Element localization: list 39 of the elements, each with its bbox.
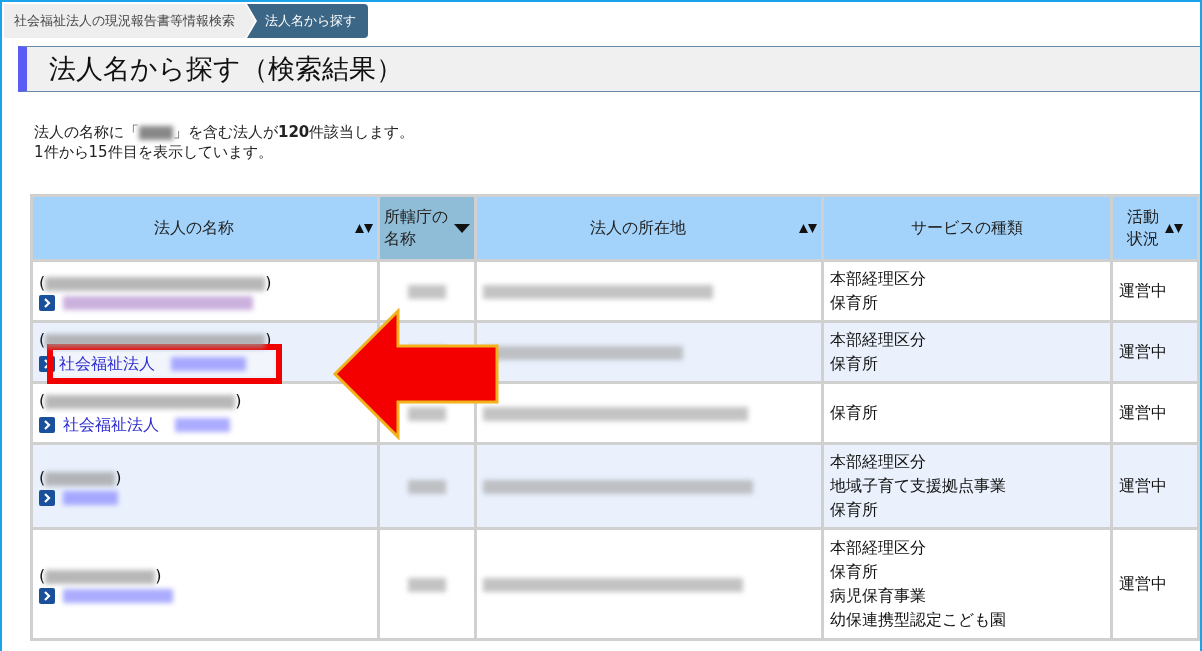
chevron-right-icon — [39, 417, 55, 433]
column-header[interactable]: 活動状況 — [1113, 197, 1197, 259]
column-header[interactable]: 所轄庁の名称 — [380, 197, 475, 259]
blurred-text — [408, 284, 447, 299]
service-type: 本部経理区分 — [829, 537, 927, 559]
chevron-right-icon — [39, 295, 55, 311]
service-type: 本部経理区分 — [829, 329, 927, 351]
service-type: 本部経理区分 — [829, 268, 927, 290]
sort-icon[interactable] — [1164, 223, 1183, 233]
service-type: 保育所 — [829, 561, 879, 583]
service-type: 保育所 — [829, 499, 879, 521]
page-title: 法人名から探す（検索結果） — [18, 46, 1200, 92]
column-header[interactable]: 法人の名称 — [33, 197, 378, 259]
breadcrumb-link[interactable]: 社会福祉法人の現況報告書等情報検索 — [4, 4, 255, 38]
sort-descending-icon[interactable] — [454, 223, 471, 233]
activity-status: 運営中 — [1113, 384, 1197, 442]
blurred-text — [408, 406, 447, 421]
blurred-text — [408, 577, 447, 592]
service-type: 保育所 — [829, 402, 879, 424]
activity-status: 運営中 — [1113, 530, 1197, 638]
activity-status: 運営中 — [1113, 262, 1197, 320]
breadcrumb-link[interactable]: 法人名から探す — [247, 4, 368, 38]
chevron-right-icon — [39, 588, 55, 604]
corporation-link[interactable]: 社会福祉法人 — [63, 413, 230, 437]
result-summary: 法人の名称に「 」を含む法人が120件該当します。 1件から15件目を表示しています。 — [34, 122, 416, 162]
column-header[interactable]: 法人の所在地 — [477, 197, 821, 259]
service-type: 保育所 — [829, 292, 879, 314]
column-header[interactable]: サービスの種類 — [823, 197, 1111, 259]
service-type: 地域子育て支援拠点事業 — [829, 475, 1007, 497]
sort-icon[interactable] — [798, 223, 817, 233]
activity-status: 運営中 — [1113, 323, 1197, 381]
activity-status: 運営中 — [1113, 445, 1197, 527]
sort-icon[interactable] — [355, 223, 374, 233]
service-type: 保育所 — [829, 353, 879, 375]
blurred-text — [408, 479, 447, 494]
service-type: 病児保育事業 — [829, 585, 927, 607]
chevron-right-icon — [39, 490, 55, 506]
service-type: 幼保連携型認定こども園 — [829, 609, 1007, 631]
service-type: 本部経理区分 — [829, 451, 927, 473]
